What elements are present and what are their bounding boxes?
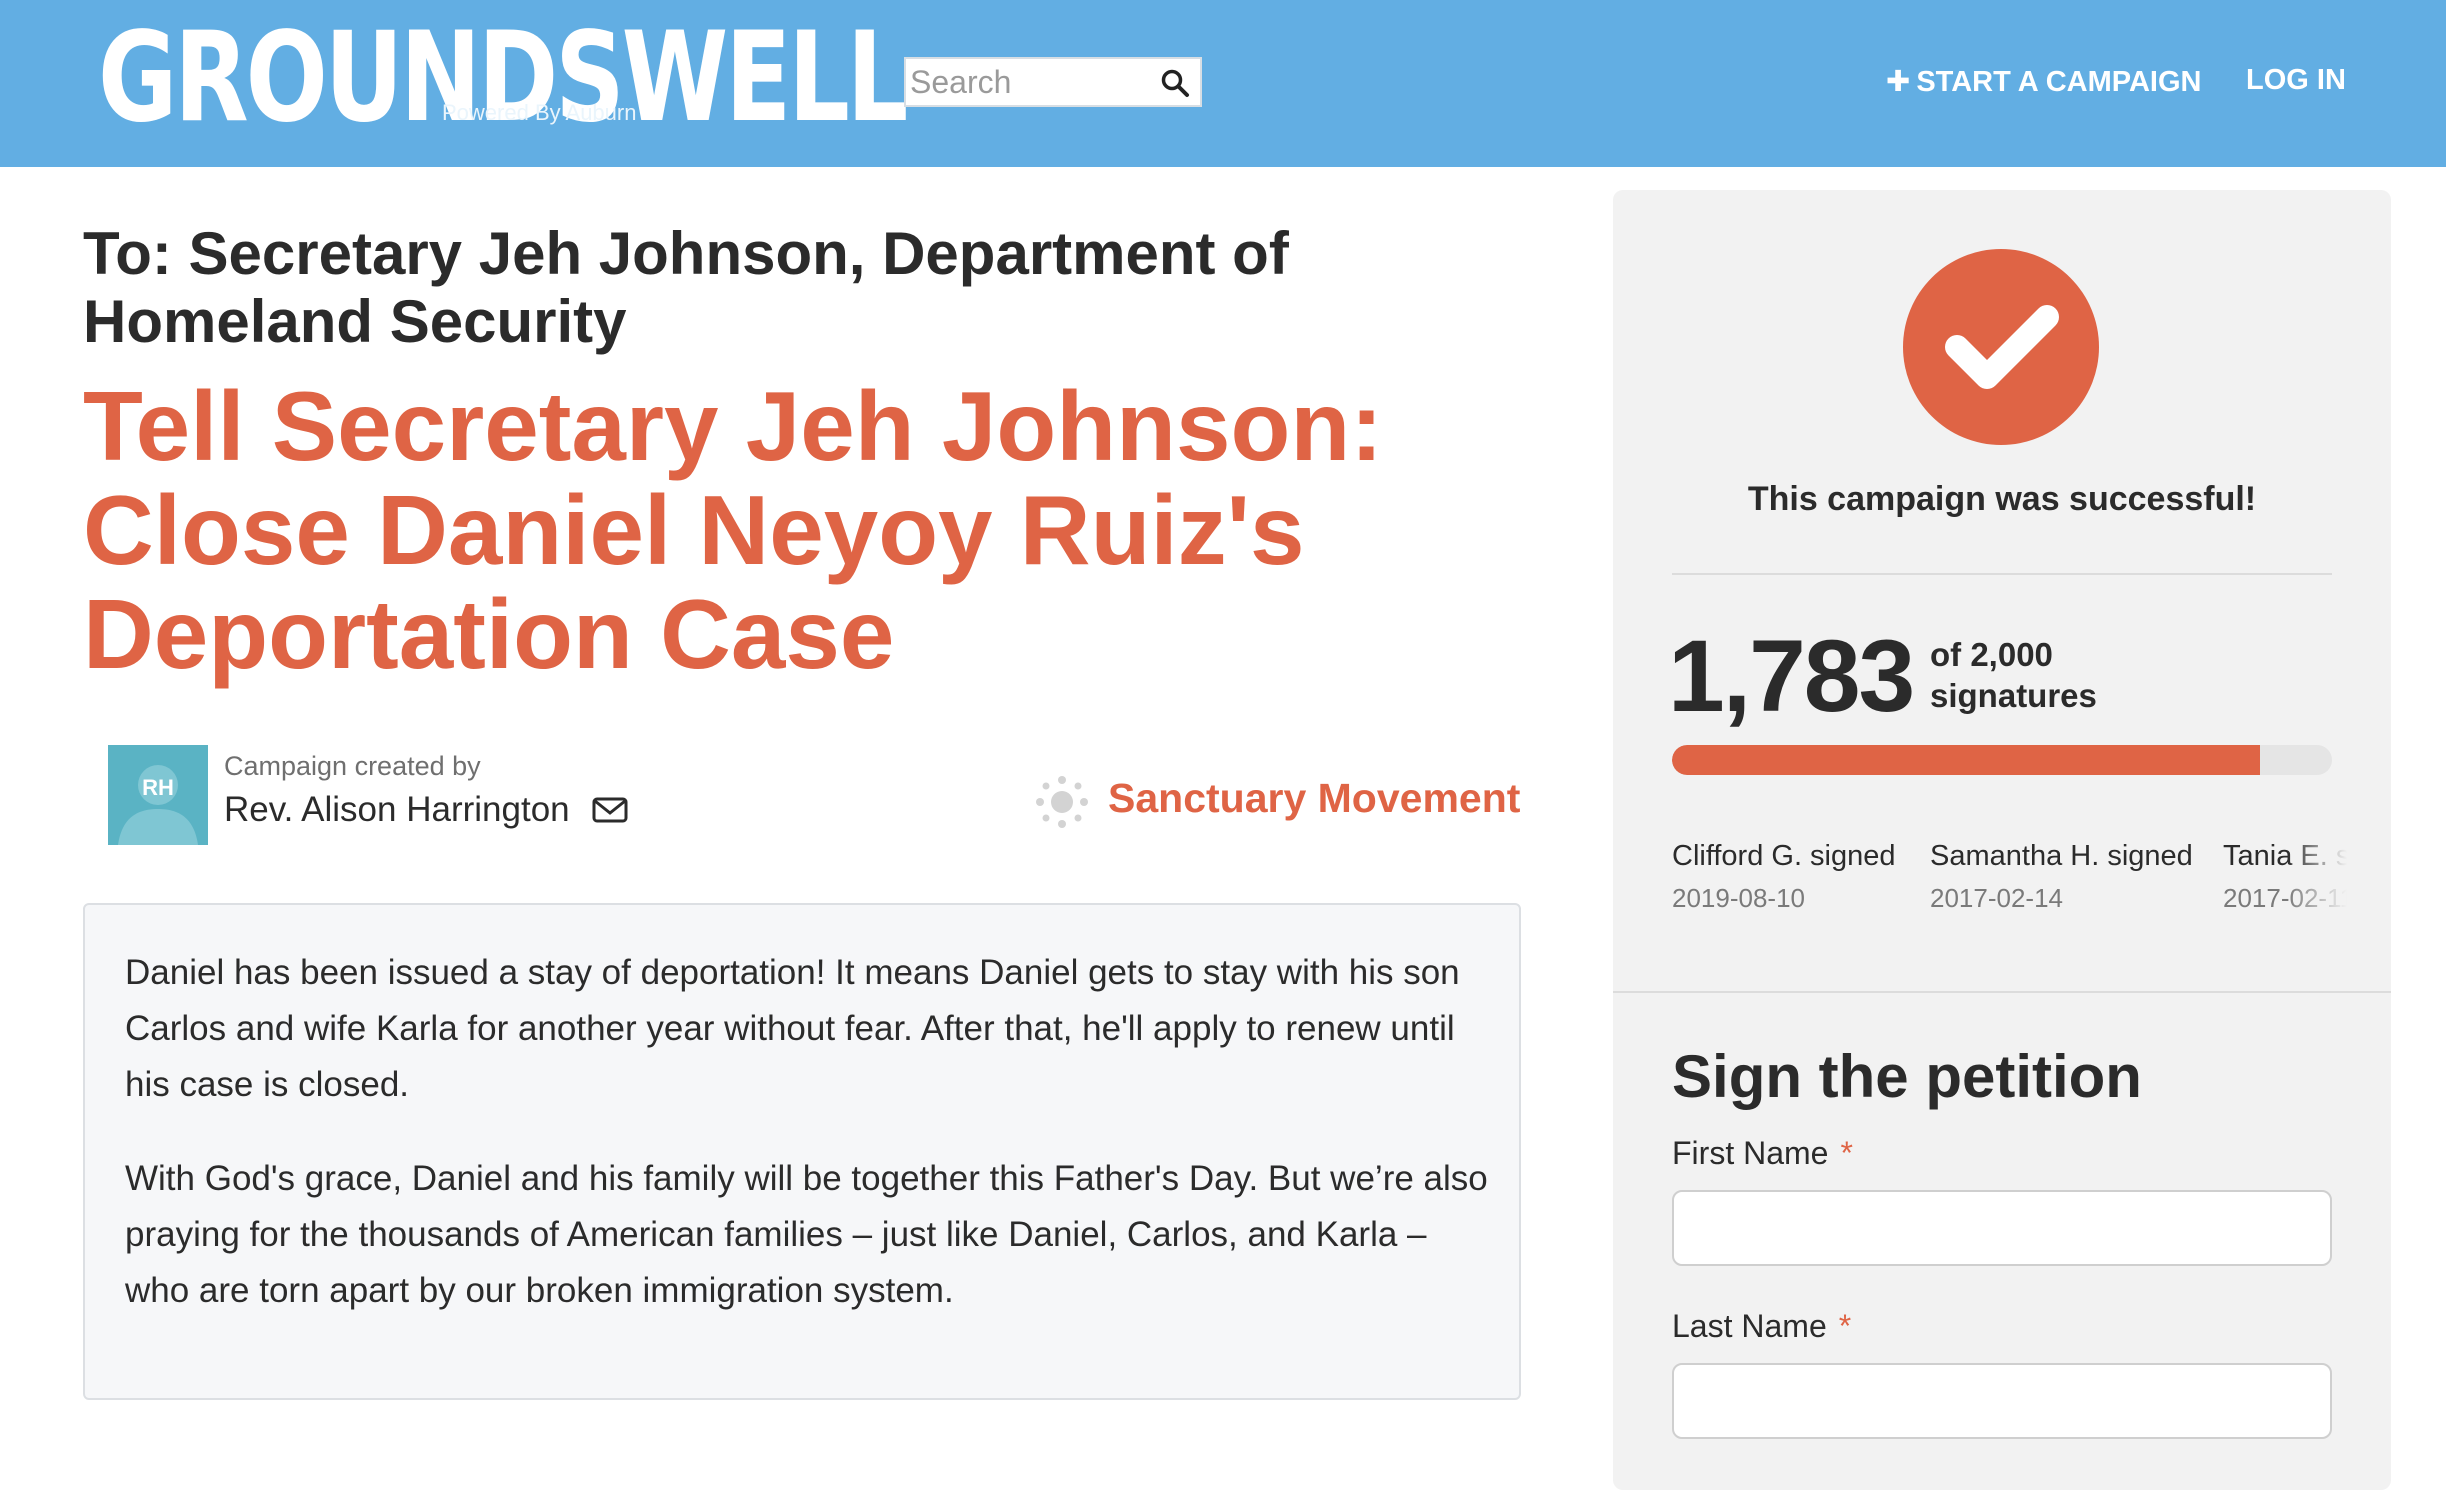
required-marker: *	[1838, 1308, 1852, 1344]
campaign-tag-link[interactable]: Sanctuary Movement	[1108, 775, 1520, 822]
signer-item: Clifford G. signed 2019-08-10	[1672, 840, 1896, 914]
petition-title: Tell Secretary Jeh Johnson: Close Daniel…	[83, 371, 1383, 689]
signature-progress-fill	[1672, 745, 2261, 775]
petition-recipient: To: Secretary Jeh Johnson, Department of…	[83, 220, 1289, 355]
first-name-label: First Name *	[1672, 1135, 1853, 1172]
start-campaign-link[interactable]: ✚ START A CAMPAIGN	[1886, 64, 2201, 99]
divider	[1613, 991, 2391, 993]
campaign-description: Daniel has been issued a stay of deporta…	[83, 903, 1521, 1400]
logo-subtitle: Powered By Auburn	[442, 100, 637, 125]
creator-name[interactable]: Rev. Alison Harrington	[224, 790, 570, 830]
sanctuary-movement-icon	[1036, 776, 1088, 828]
signer-name: Samantha H. signed	[1930, 840, 2193, 872]
login-link[interactable]: LOG IN	[2246, 64, 2346, 97]
last-name-field[interactable]	[1672, 1363, 2332, 1439]
first-name-field[interactable]	[1672, 1190, 2332, 1266]
description-paragraph: With God's grace, Daniel and his family …	[125, 1159, 1488, 1310]
signature-progress-bar	[1672, 745, 2332, 775]
search-box	[904, 57, 1202, 107]
first-name-label-text: First Name	[1672, 1135, 1829, 1171]
last-name-label: Last Name *	[1672, 1308, 1851, 1345]
signer-date: 2019-08-10	[1672, 883, 1805, 913]
envelope-icon[interactable]	[592, 797, 628, 823]
avatar-initials: RH	[142, 775, 174, 800]
signer-name: Clifford G. signed	[1672, 840, 1896, 872]
signers-fade	[2287, 840, 2347, 920]
divider	[1672, 573, 2332, 575]
required-marker: *	[1840, 1135, 1853, 1171]
sign-petition-heading: Sign the petition	[1672, 1043, 2142, 1110]
signature-count: 1,783	[1668, 619, 1915, 733]
creator-avatar[interactable]: RH	[108, 745, 208, 845]
search-icon[interactable]	[1160, 68, 1190, 98]
plus-icon: ✚	[1886, 66, 1911, 98]
site-header: GROUNDSWELL Powered By Auburn ✚START A C…	[0, 0, 2446, 167]
created-by-label: Campaign created by	[224, 751, 481, 781]
signature-goal: of 2,000 signatures	[1930, 636, 2097, 714]
recent-signers: Clifford G. signed 2019-08-10 Samantha H…	[1672, 840, 2347, 920]
success-checkmark-icon	[1903, 249, 2099, 445]
description-paragraph: Daniel has been issued a stay of deporta…	[125, 953, 1460, 1104]
start-campaign-label: START A CAMPAIGN	[1916, 66, 2202, 98]
success-message: This campaign was successful!	[1747, 480, 2257, 518]
signer-item: Samantha H. signed 2017-02-14	[1930, 840, 2193, 914]
last-name-label-text: Last Name	[1672, 1308, 1827, 1344]
search-input[interactable]	[910, 63, 1150, 101]
signer-date: 2017-02-14	[1930, 883, 2063, 913]
